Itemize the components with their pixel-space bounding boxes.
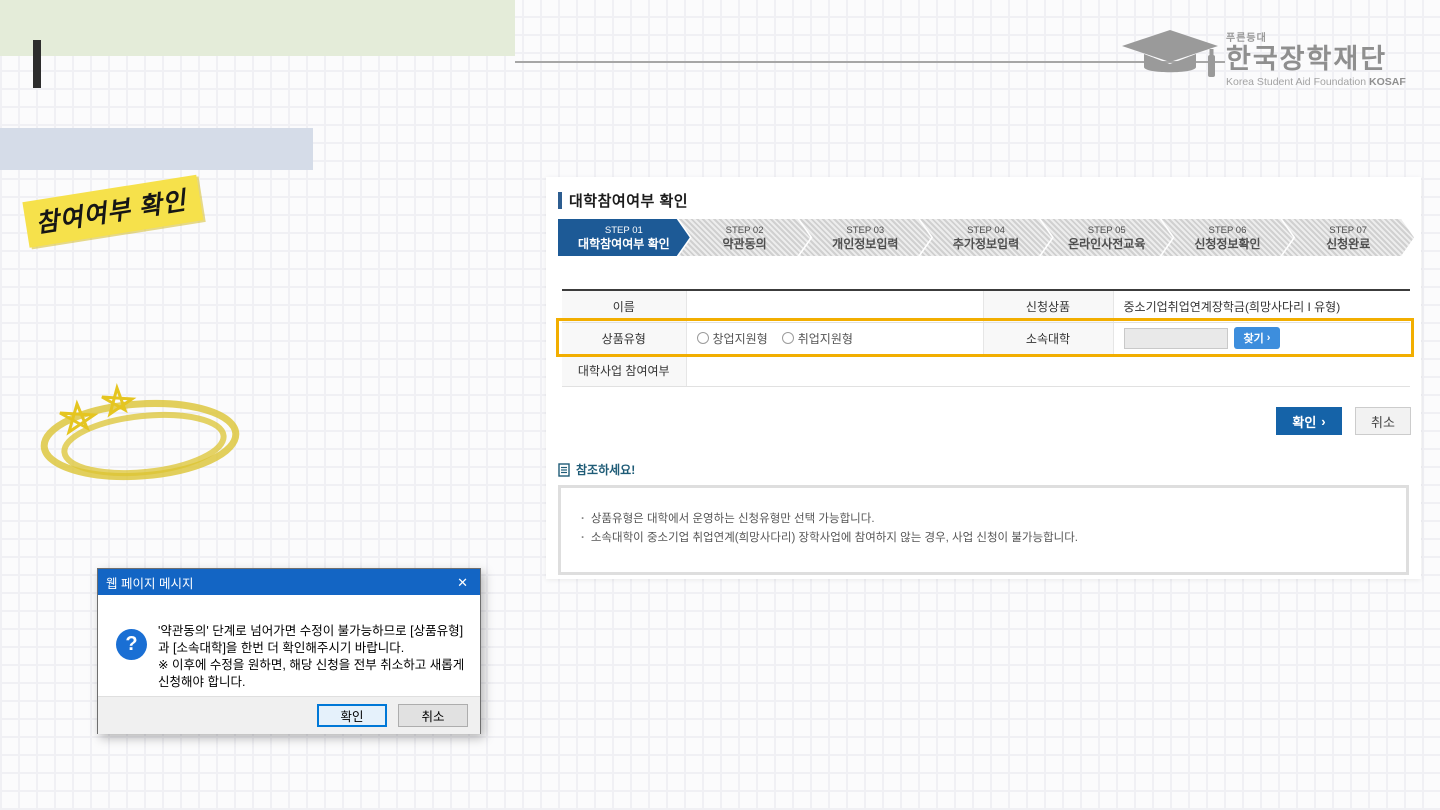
document-icon [558,463,570,477]
table-row: 이름 신청상품 중소기업취업연계장학금(희망사다리 I 유형) [562,290,1410,322]
title-accent-bar [558,192,562,209]
product-label: 신청상품 [983,290,1113,322]
radio-icon [782,332,794,344]
radio-startup-support[interactable]: 창업지원형 [697,330,768,347]
step-05: STEP 05 온라인사전교육 [1041,219,1173,256]
application-form-table: 이름 신청상품 중소기업취업연계장학금(희망사다리 I 유형) 상품유형 창업지… [562,289,1410,387]
reference-heading: 참조하세요! [558,461,635,478]
name-value [686,290,983,322]
confirm-button[interactable]: 확인› [1276,407,1342,435]
reference-title: 참조하세요! [576,461,635,478]
web-page-message-dialog: 웹 페이지 메시지 ✕ ? '약관동의' 단계로 넘어가면 수정이 불가능하므로… [97,568,481,734]
find-university-button[interactable]: 찾기› [1234,327,1281,349]
dialog-message: '약관동의' 단계로 넘어가면 수정이 불가능하므로 [상품유형]과 [소속대학… [158,623,470,691]
logo-top-text: 푸른등대 [1226,29,1406,44]
question-icon: ? [116,629,147,660]
radio-icon [697,332,709,344]
product-value: 중소기업취업연계장학금(희망사다리 I 유형) [1113,290,1410,322]
logo-name: 한국장학재단 [1226,44,1406,74]
step-06: STEP 06 신청정보확인 [1162,219,1294,256]
step-07: STEP 07 신청완료 [1282,219,1414,256]
dialog-cancel-button[interactable]: 취소 [398,704,468,727]
notice-item: 소속대학이 중소기업 취업연계(희망사다리) 장학사업에 참여하지 않는 경우,… [579,529,1388,548]
product-type-radio-group: 창업지원형 취업지원형 [697,330,973,347]
university-label: 소속대학 [983,322,1113,354]
notice-box: 상품유형은 대학에서 운영하는 신청유형만 선택 가능합니다. 소속대학이 중소… [558,485,1409,575]
circle-doodle-icon [22,382,240,486]
dialog-ok-button[interactable]: 확인 [317,704,387,727]
step-wizard: STEP 01 대학참여여부 확인 STEP 02 약관동의 STEP 03 개… [558,219,1414,256]
university-input[interactable] [1124,328,1228,349]
dialog-title: 웹 페이지 메시지 [106,573,453,592]
step-04: STEP 04 추가정보입력 [920,219,1052,256]
radio-employment-support[interactable]: 취업지원형 [782,330,853,347]
annotation-highlight-text: 참여여부 확인 [22,175,203,248]
chevron-right-icon: › [1321,414,1325,429]
table-row: 대학사업 참여여부 [562,354,1410,386]
logo-subtitle: Korea Student Aid Foundation KOSAF [1226,76,1406,88]
table-row: 상품유형 창업지원형 취업지원형 소속대학 찾기› [562,322,1410,354]
dialog-titlebar: 웹 페이지 메시지 ✕ [98,569,480,595]
header-green-bar [0,0,515,56]
graduation-cap-icon [1118,27,1222,89]
close-icon[interactable]: ✕ [453,576,472,589]
kosaf-logo: 푸른등대 한국장학재단 Korea Student Aid Foundation… [1118,22,1420,94]
step-02: STEP 02 약관동의 [679,219,811,256]
step-03: STEP 03 개인정보입력 [799,219,931,256]
step-01: STEP 01 대학참여여부 확인 [558,219,690,256]
product-type-label: 상품유형 [562,322,686,354]
chevron-right-icon: › [1267,332,1271,344]
participation-label: 대학사업 참여여부 [562,354,686,386]
participation-value [686,354,1410,386]
cancel-button[interactable]: 취소 [1355,407,1411,435]
main-panel: 대학참여여부 확인 STEP 01 대학참여여부 확인 STEP 02 약관동의… [546,177,1421,579]
name-label: 이름 [562,290,686,322]
handwritten-annotation: 참여여부 확인 [22,175,203,248]
header-title-accent-bar [33,40,41,88]
notice-item: 상품유형은 대학에서 운영하는 신청유형만 선택 가능합니다. [579,510,1388,529]
header-subtitle-bar [0,128,313,170]
page-title: 대학참여여부 확인 [569,190,688,211]
